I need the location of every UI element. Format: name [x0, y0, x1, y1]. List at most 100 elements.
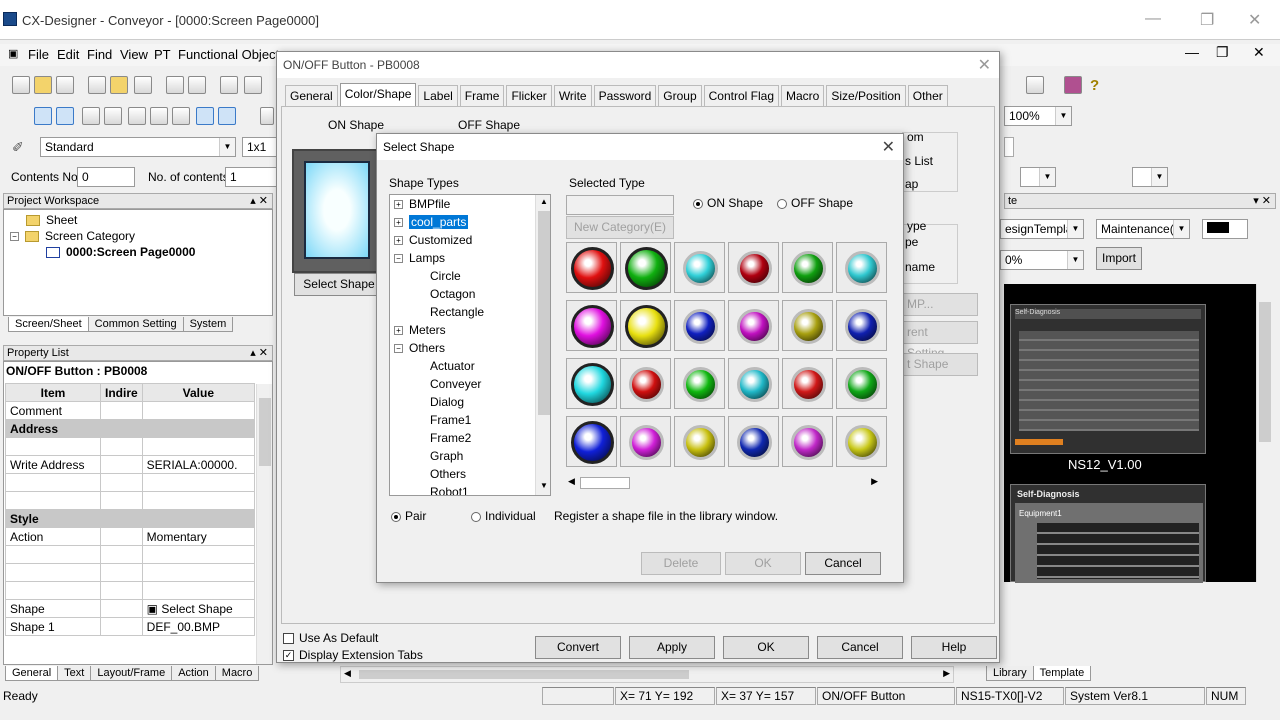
radio[interactable] [777, 198, 787, 209]
contents-no-input[interactable]: 0 [77, 167, 135, 187]
tool-icon-d[interactable] [150, 107, 168, 125]
tree-item[interactable]: + cool_parts [394, 215, 469, 229]
scroll-right-icon[interactable]: ▶ [943, 668, 950, 679]
shape-cell[interactable] [728, 358, 779, 409]
tab-common-setting[interactable]: Common Setting [87, 317, 184, 332]
shape-cell[interactable] [782, 300, 833, 351]
shape-cell[interactable] [620, 416, 671, 467]
cancel-button[interactable]: Cancel [817, 636, 903, 659]
shape-cell[interactable] [566, 300, 617, 351]
scroll-thumb[interactable] [538, 211, 550, 415]
collapse-icon[interactable]: − [394, 254, 403, 264]
tree-item[interactable]: + Meters [394, 323, 446, 337]
tool-icon-a[interactable] [82, 107, 100, 125]
copy-icon[interactable] [56, 76, 74, 94]
table-row[interactable] [5, 581, 256, 600]
tab-layout-frame[interactable]: Layout/Frame [90, 666, 173, 681]
expand-icon[interactable]: + [394, 200, 403, 210]
expand-icon[interactable]: + [394, 218, 403, 228]
tab-macro[interactable]: Macro [781, 85, 825, 108]
editor-hscrollbar[interactable]: ◀ ▶ [340, 666, 954, 683]
scroll-left-icon[interactable]: ◀ [568, 476, 575, 487]
tree-item[interactable]: Conveyer [430, 377, 481, 391]
shape-cell[interactable] [836, 300, 887, 351]
shape-cell[interactable] [674, 300, 725, 351]
tab-other[interactable]: Other [907, 85, 948, 108]
style-select[interactable]: Standard ▼ [40, 137, 236, 157]
shape-cell[interactable] [674, 416, 725, 467]
convert-button[interactable]: Convert [535, 636, 621, 659]
tool-icon-e[interactable] [172, 107, 190, 125]
radio[interactable] [471, 511, 481, 522]
checkbox[interactable] [283, 633, 294, 645]
tool-icon-b[interactable] [104, 107, 122, 125]
tab-size-position[interactable]: Size/Position [826, 85, 906, 108]
scroll-thumb[interactable] [1259, 302, 1271, 442]
open-icon[interactable] [34, 76, 52, 94]
individual-radio[interactable]: Individual [471, 509, 536, 523]
pair-radio[interactable]: Pair [391, 509, 426, 523]
ok-button[interactable]: OK [725, 552, 801, 575]
tree-item[interactable]: Robot1 [430, 485, 469, 495]
tree-item[interactable]: Octagon [430, 287, 475, 301]
shape-button[interactable]: t Shape [902, 353, 978, 376]
table-row[interactable]: Comment [5, 401, 256, 420]
tree-item[interactable]: Frame2 [430, 431, 471, 445]
expand-icon[interactable]: + [394, 326, 403, 336]
tab-general[interactable]: General [5, 666, 59, 681]
tool-icon-f[interactable] [196, 107, 214, 125]
close-icon[interactable]: ✕ [882, 137, 895, 157]
library-zoom-select[interactable]: 0% ▼ [1000, 250, 1084, 270]
help-button[interactable]: Help [911, 636, 997, 659]
shape-cell[interactable] [728, 242, 779, 293]
close-icon[interactable]: ▾ ✕ [1253, 194, 1271, 207]
tree-item[interactable]: Others [430, 467, 466, 481]
off-shape-radio[interactable]: OFF Shape [777, 196, 853, 210]
tree-item[interactable]: Graph [430, 449, 463, 463]
pages-icon[interactable] [188, 76, 206, 94]
menu-edit[interactable]: Edit [57, 47, 79, 62]
table-row[interactable]: Write Address SERIALA:00000. [5, 455, 256, 474]
tree-item[interactable]: Rectangle [430, 305, 484, 319]
scale-select[interactable]: 1x1 [242, 137, 278, 157]
scroll-thumb[interactable] [359, 670, 689, 679]
cancel-button[interactable]: Cancel [805, 552, 881, 575]
property-scrollbar[interactable] [256, 384, 272, 664]
shape-cell[interactable] [782, 416, 833, 467]
table-row[interactable]: Shape ▣ Select Shape [5, 599, 256, 618]
delete-button[interactable]: Delete [641, 552, 721, 575]
table-row[interactable]: Action Momentary [5, 527, 256, 546]
scroll-thumb[interactable] [580, 477, 630, 489]
zoom-select[interactable]: 100% ▼ [1004, 106, 1072, 126]
tab-write[interactable]: Write [553, 85, 592, 108]
library-scrollbar[interactable] [1256, 284, 1272, 582]
new-icon[interactable] [12, 76, 30, 94]
ok-button[interactable]: OK [723, 636, 809, 659]
right-combo-a[interactable]: ▼ [1020, 167, 1056, 187]
shape-hscrollbar[interactable]: ◀ ▶ [566, 475, 888, 491]
transfer2-icon[interactable] [244, 76, 262, 94]
list-icon[interactable] [1026, 76, 1044, 94]
menu-file[interactable]: File [28, 47, 49, 62]
use-as-default-checkbox[interactable]: Use As Default [283, 631, 378, 645]
tab-screen-sheet[interactable]: Screen/Sheet [8, 317, 89, 332]
scroll-up-icon[interactable]: ▲ [540, 197, 548, 206]
shape-cell[interactable] [620, 300, 671, 351]
shape-cell[interactable] [566, 358, 617, 409]
tree-item[interactable]: − Others [394, 341, 445, 355]
tab-system[interactable]: System [182, 317, 234, 332]
folder-icon[interactable] [110, 76, 128, 94]
shape-cell[interactable] [566, 242, 617, 293]
shape-cell[interactable] [836, 416, 887, 467]
new-category-button[interactable]: New Category(E) [566, 216, 674, 239]
table-row[interactable] [5, 491, 256, 510]
library-category-select[interactable]: Maintenance(C ▼ [1096, 219, 1190, 239]
table-row[interactable]: Address [5, 419, 256, 438]
doc-minimize-button[interactable]: — [1185, 44, 1199, 60]
tree-item[interactable]: Circle [430, 269, 461, 283]
tab-control-flag[interactable]: Control Flag [703, 85, 780, 108]
tab-frame[interactable]: Frame [459, 85, 505, 108]
shape-cell[interactable] [674, 242, 725, 293]
no-of-contents-input[interactable]: 1 [225, 167, 277, 187]
close-icon[interactable]: ▴ ✕ [250, 194, 268, 207]
